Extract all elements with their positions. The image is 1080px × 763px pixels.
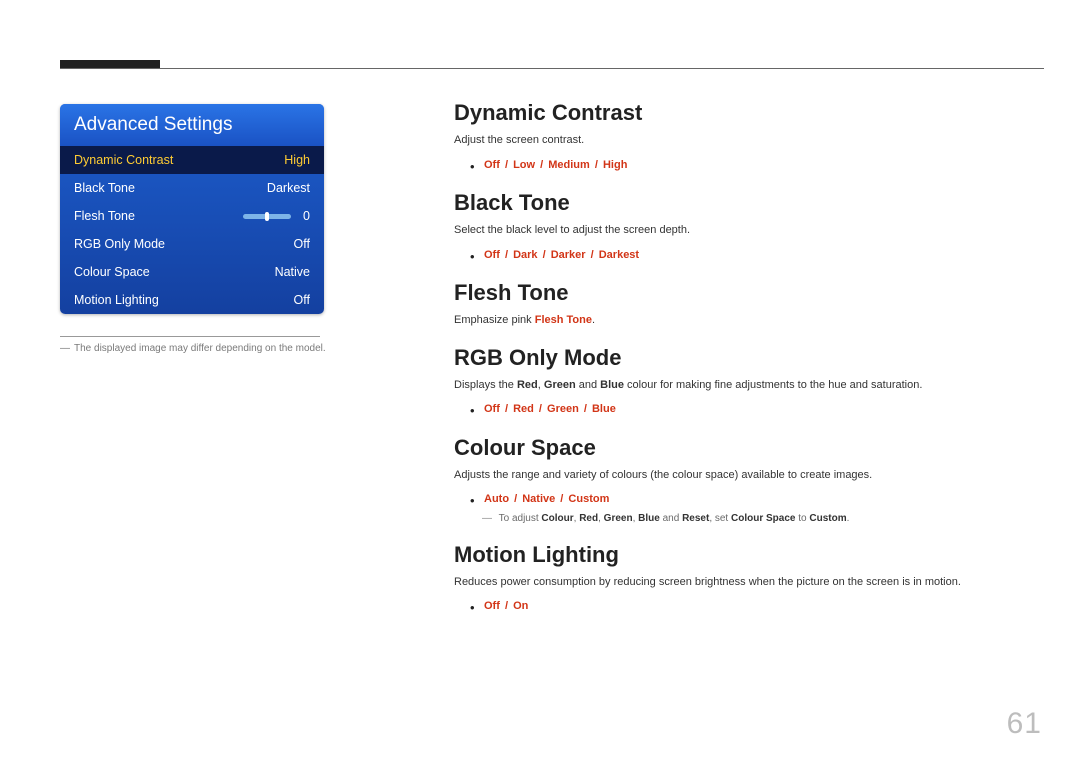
osd-row-rgb-only-mode[interactable]: RGB Only Mode Off <box>60 230 324 258</box>
footnote-rule <box>60 336 320 337</box>
osd-row-value: Native <box>275 265 310 279</box>
osd-slider-thumb <box>265 212 269 221</box>
heading-dynamic-contrast: Dynamic Contrast <box>454 100 1040 126</box>
heading-motion-lighting: Motion Lighting <box>454 542 1040 568</box>
osd-slider[interactable] <box>243 214 291 219</box>
header-tab <box>60 60 160 68</box>
note-colour-space: ― To adjust Colour, Red, Green, Blue and… <box>482 511 1040 526</box>
osd-title: Advanced Settings <box>60 104 324 146</box>
header-rule <box>60 68 1044 69</box>
left-footnote: ―The displayed image may differ dependin… <box>60 343 390 354</box>
osd-row-black-tone[interactable]: Black Tone Darkest <box>60 174 324 202</box>
osd-row-value: Off <box>294 293 310 307</box>
osd-row-value: Darkest <box>267 181 310 195</box>
options-rgb-only-mode: Off / Red / Green / Blue <box>470 401 1040 419</box>
osd-row-label: Dynamic Contrast <box>74 153 276 167</box>
page-number: 61 <box>1007 707 1042 741</box>
osd-row-label: Motion Lighting <box>74 293 286 307</box>
options-black-tone: Off / Dark / Darker / Darkest <box>470 247 1040 265</box>
desc-rgb-only-mode: Displays the Red, Green and Blue colour … <box>454 377 1040 394</box>
osd-row-value: High <box>284 153 310 167</box>
options-motion-lighting: Off / On <box>470 598 1040 616</box>
desc-colour-space: Adjusts the range and variety of colours… <box>454 467 1040 484</box>
osd-panel: Advanced Settings Dynamic Contrast High Bl… <box>60 104 324 314</box>
section-flesh-tone: Flesh Tone Emphasize pink Flesh Tone. <box>454 280 1040 329</box>
heading-flesh-tone: Flesh Tone <box>454 280 1040 306</box>
osd-row-label: RGB Only Mode <box>74 237 286 251</box>
desc-motion-lighting: Reduces power consumption by reducing sc… <box>454 574 1040 591</box>
osd-row-label: Flesh Tone <box>74 209 235 223</box>
desc-black-tone: Select the black level to adjust the scr… <box>454 222 1040 239</box>
desc-flesh-tone: Emphasize pink Flesh Tone. <box>454 312 1040 329</box>
desc-dynamic-contrast: Adjust the screen contrast. <box>454 132 1040 149</box>
osd-row-value: Off <box>294 237 310 251</box>
section-motion-lighting: Motion Lighting Reduces power consumptio… <box>454 542 1040 616</box>
osd-row-flesh-tone[interactable]: Flesh Tone 0 <box>60 202 324 230</box>
section-dynamic-contrast: Dynamic Contrast Adjust the screen contr… <box>454 100 1040 174</box>
osd-row-dynamic-contrast[interactable]: Dynamic Contrast High <box>60 146 324 174</box>
osd-row-motion-lighting[interactable]: Motion Lighting Off <box>60 286 324 314</box>
osd-row-value: 0 <box>303 209 310 223</box>
heading-colour-space: Colour Space <box>454 435 1040 461</box>
options-dynamic-contrast: Off / Low / Medium / High <box>470 157 1040 175</box>
section-black-tone: Black Tone Select the black level to adj… <box>454 190 1040 264</box>
options-colour-space: Auto / Native / Custom <box>470 491 1040 509</box>
heading-rgb-only-mode: RGB Only Mode <box>454 345 1040 371</box>
osd-row-label: Black Tone <box>74 181 259 195</box>
osd-row-label: Colour Space <box>74 265 267 279</box>
section-colour-space: Colour Space Adjusts the range and varie… <box>454 435 1040 526</box>
osd-row-colour-space[interactable]: Colour Space Native <box>60 258 324 286</box>
heading-black-tone: Black Tone <box>454 190 1040 216</box>
section-rgb-only-mode: RGB Only Mode Displays the Red, Green an… <box>454 345 1040 419</box>
